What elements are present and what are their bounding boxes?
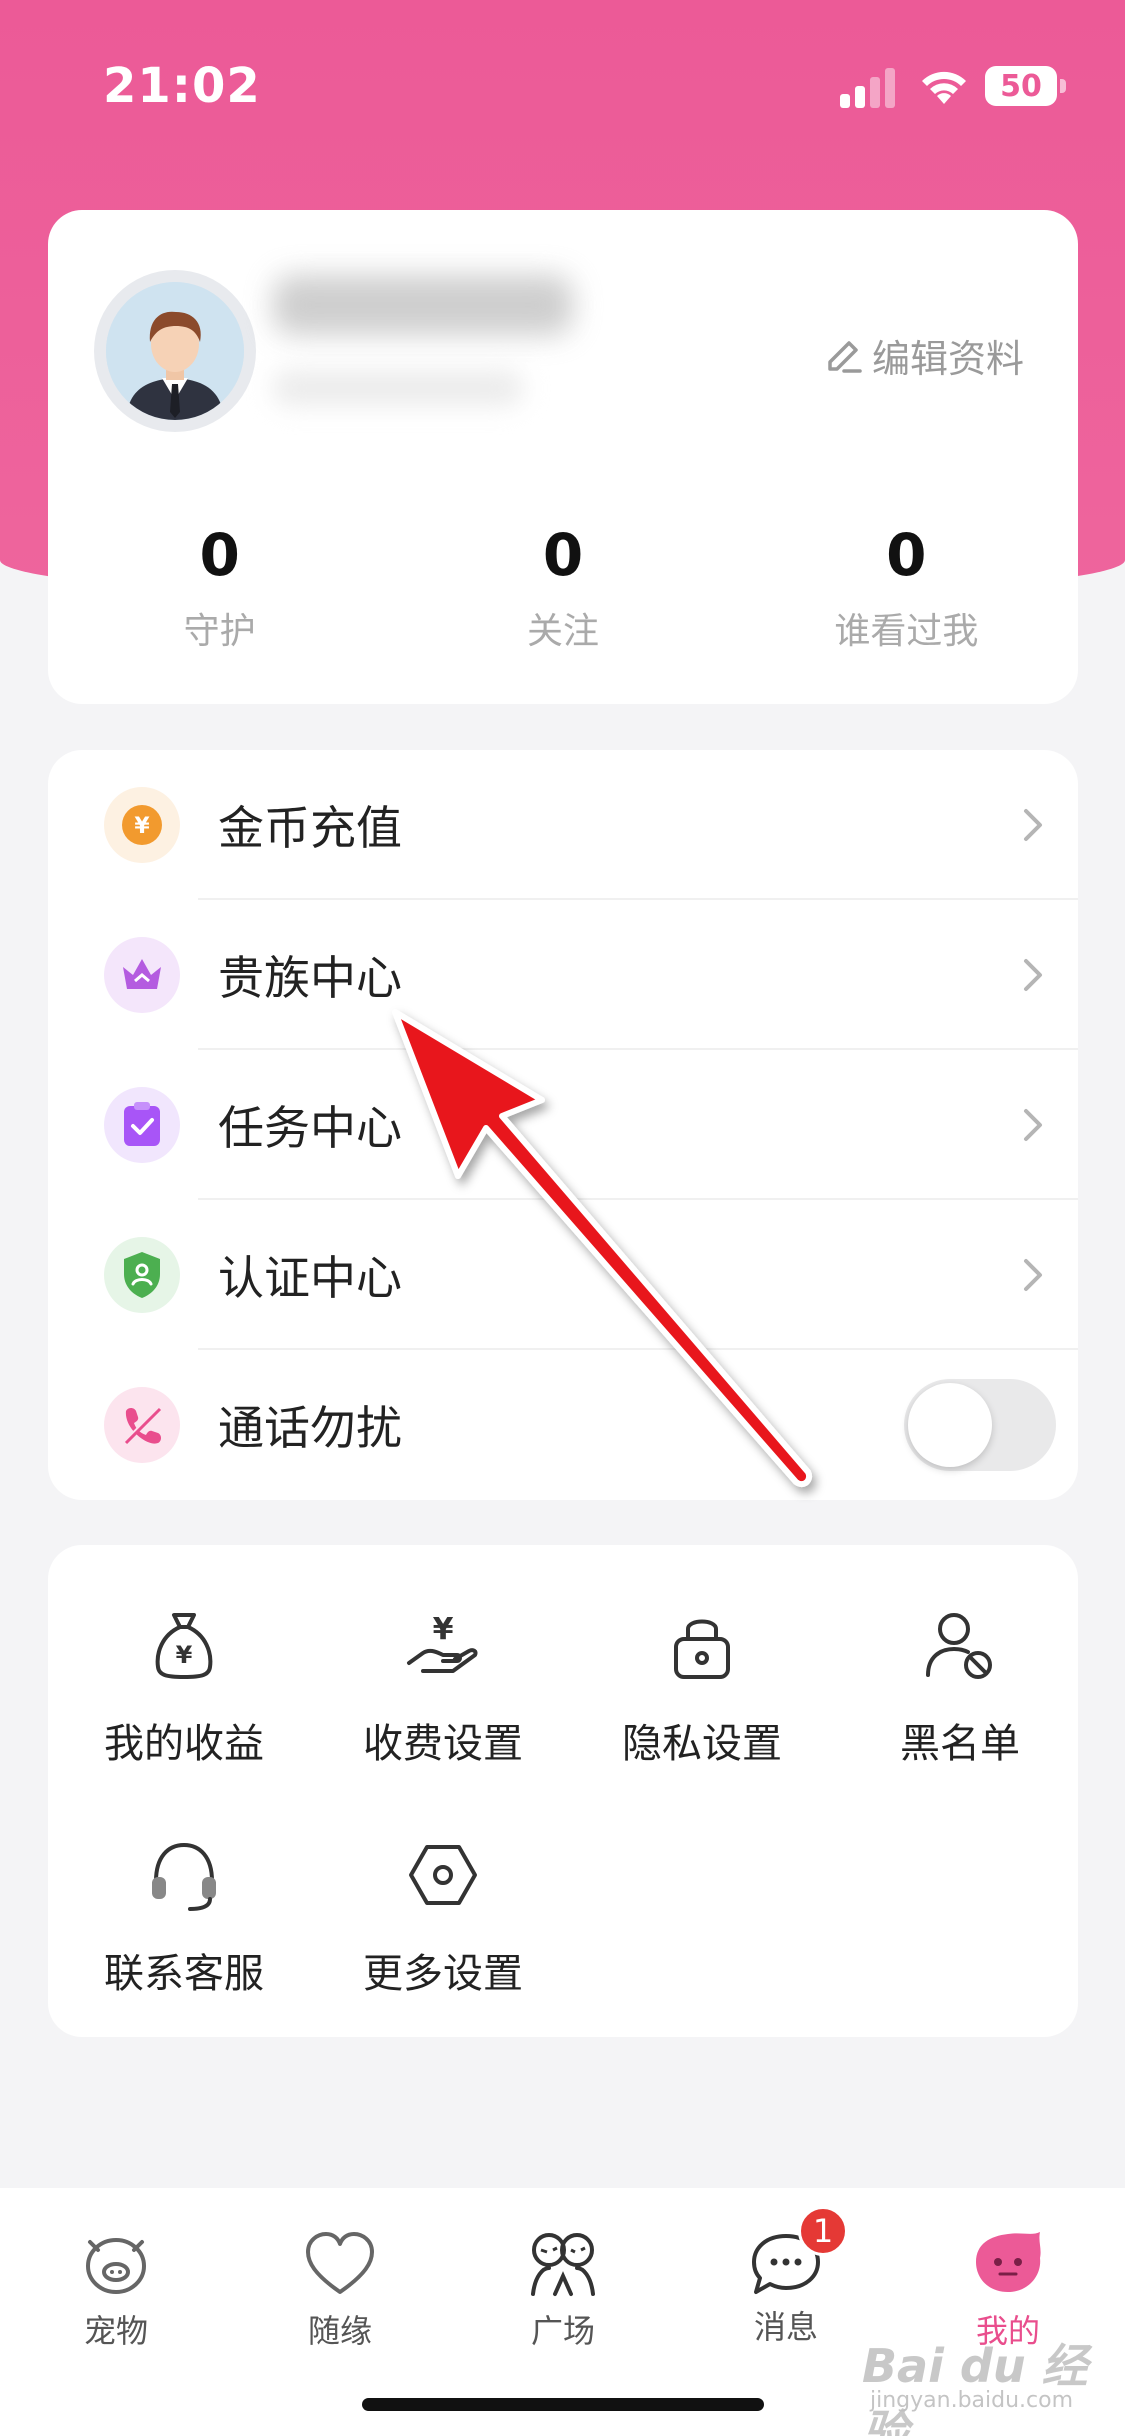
tool-fee-settings[interactable]: ¥ 收费设置 (323, 1605, 563, 1805)
menu-item-label: 贵族中心 (218, 951, 402, 1005)
headset-icon (152, 1842, 216, 1911)
wifi-icon (922, 71, 966, 104)
tool-label: 更多设置 (363, 1951, 523, 1997)
do-not-disturb-toggle[interactable] (904, 1379, 1056, 1471)
menu-item-label: 认证中心 (218, 1251, 402, 1305)
battery-icon: 50 (985, 66, 1067, 106)
menu-item-label: 任务中心 (218, 1101, 402, 1155)
user-id-blurred (273, 370, 523, 406)
battery-level: 50 (985, 66, 1057, 106)
tool-contact-support[interactable]: 联系客服 (64, 1835, 304, 2035)
username-blurred (273, 275, 573, 335)
edit-profile-label: 编辑资料 (871, 337, 1024, 381)
money-bag-icon: ¥ (155, 1613, 213, 1679)
tab-plaza[interactable]: 广场 (473, 2228, 653, 2352)
signal-icon (840, 68, 895, 108)
tool-label: 收费设置 (363, 1721, 523, 1767)
lock-icon (674, 1619, 730, 1679)
people-icon (531, 2233, 595, 2296)
stat-following[interactable]: 0 关注 (391, 520, 734, 654)
pencil-icon (828, 340, 862, 373)
menu-item-verification-center[interactable]: 认证中心 (48, 1200, 1078, 1350)
stat-label: 守护 (183, 611, 256, 652)
home-indicator (362, 2398, 764, 2411)
battery-cap (1060, 79, 1066, 93)
profile-card: 编辑资料 0 守护 0 关注 0 谁看过我 (48, 210, 1078, 704)
chat-icon-wrap: 1 (748, 2206, 848, 2298)
stat-value: 0 (886, 521, 927, 589)
chevron-right-icon (1024, 809, 1042, 841)
menu-item-label: 金币充值 (218, 801, 402, 855)
tools-grid-card: ¥ 我的收益 ¥ 收费设置 隐私设置 黑名单 联系客服 更多设置 (48, 1545, 1078, 2037)
tab-label: 宠物 (83, 2312, 148, 2350)
menu-card: ¥ 金币充值 贵族中心 任务中心 认证中心 通话勿扰 (48, 750, 1078, 1500)
svg-text:¥: ¥ (433, 1612, 454, 1647)
stats-row: 0 守护 0 关注 0 谁看过我 (48, 520, 1078, 654)
stat-value: 0 (199, 521, 240, 589)
watermark-sub: jingyan.baidu.com (870, 2388, 1074, 2413)
tool-privacy-settings[interactable]: 隐私设置 (582, 1605, 822, 1805)
tab-pet[interactable]: 宠物 (26, 2228, 206, 2352)
menu-item-do-not-disturb: 通话勿扰 (48, 1350, 1078, 1500)
toggle-knob (908, 1383, 992, 1467)
unread-badge: 1 (798, 2206, 848, 2256)
tool-label: 黑名单 (900, 1721, 1020, 1767)
hand-coin-icon: ¥ (407, 1612, 478, 1673)
chevron-right-icon (1024, 1109, 1042, 1141)
avatar[interactable] (94, 270, 256, 432)
stat-guard[interactable]: 0 守护 (48, 520, 391, 654)
stat-label: 谁看过我 (834, 611, 979, 652)
avatar-image (106, 282, 244, 420)
watermark: Bai du 经验 (862, 2339, 1088, 2436)
menu-item-coin-recharge[interactable]: ¥ 金币充值 (48, 750, 1078, 900)
tab-label: 广场 (530, 2312, 595, 2350)
tab-messages[interactable]: 1 消息 (696, 2206, 876, 2348)
tab-label: 消息 (753, 2308, 818, 2346)
stat-value: 0 (542, 521, 584, 589)
man-avatar-icon (106, 282, 244, 420)
menu-item-label: 通话勿扰 (218, 1401, 402, 1455)
heart-icon (306, 2232, 374, 2294)
edit-profile-button[interactable]: 编辑资料 (822, 328, 1024, 383)
coin-icon: ¥ (104, 787, 180, 863)
shield-icon (104, 1237, 180, 1313)
tool-my-earnings[interactable]: ¥ 我的收益 (64, 1605, 304, 1805)
profile-blob-icon (976, 2232, 1041, 2292)
chevron-right-icon (1024, 959, 1042, 991)
user-block-icon (926, 1613, 992, 1679)
crown-icon (104, 937, 180, 1013)
hexagon-settings-icon (409, 1845, 477, 1905)
tool-blacklist[interactable]: 黑名单 (840, 1605, 1080, 1805)
chevron-right-icon (1024, 1259, 1042, 1291)
tab-label: 随缘 (307, 2312, 372, 2350)
tool-more-settings[interactable]: 更多设置 (323, 1835, 563, 2035)
tool-label: 隐私设置 (622, 1721, 782, 1767)
status-time: 21:02 (103, 58, 261, 114)
svg-text:¥: ¥ (176, 1641, 193, 1669)
menu-item-task-center[interactable]: 任务中心 (48, 1050, 1078, 1200)
svg-text:¥: ¥ (134, 814, 150, 839)
clipboard-check-icon (104, 1087, 180, 1163)
tab-fate[interactable]: 随缘 (250, 2228, 430, 2352)
pig-icon (86, 2238, 146, 2294)
status-bar: 21:02 50 (0, 0, 1125, 170)
phone-mute-icon (104, 1387, 180, 1463)
tool-label: 我的收益 (104, 1721, 264, 1767)
stat-visitors[interactable]: 0 谁看过我 (735, 520, 1078, 654)
stat-label: 关注 (526, 611, 599, 652)
tool-label: 联系客服 (104, 1951, 264, 1997)
menu-item-noble-center[interactable]: 贵族中心 (48, 900, 1078, 1050)
